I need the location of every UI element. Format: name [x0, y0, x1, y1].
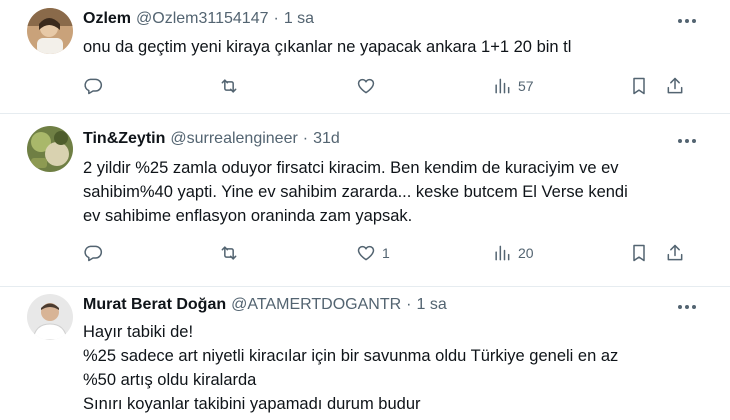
tweet-murat-berat-dogan[interactable]: Murat Berat Doğan @ATAMERTDOGANTR · 1 sa… [0, 287, 730, 420]
action-bar: 1 20 [80, 239, 700, 267]
retweet-button[interactable] [219, 239, 245, 267]
tweet-text-line: Sınırı koyanlar takibini yapamadı durum … [83, 395, 421, 413]
like-count: 1 [382, 245, 390, 261]
action-bar: 57 [80, 72, 700, 100]
share-button[interactable] [665, 72, 685, 100]
tweet-text-line: %25 sadece art niyetli kiracılar için bi… [83, 347, 619, 365]
bookmark-icon [633, 77, 645, 95]
separator-dot: · [406, 296, 412, 313]
tweet-text-line: onu da geçtim yeni kiraya çıkanlar ne ya… [83, 38, 572, 56]
tweet-text-line: Hayır tabiki de! [83, 323, 194, 341]
views-button[interactable]: 57 [492, 72, 534, 100]
more-dots-icon[interactable] [676, 296, 698, 318]
reply-button[interactable] [83, 239, 109, 267]
tweet-time[interactable]: 1 sa [284, 10, 314, 28]
bookmark-button[interactable] [629, 72, 649, 100]
author-handle[interactable]: @Ozlem31154147 [136, 10, 268, 28]
like-button[interactable] [356, 72, 382, 100]
tweet-time[interactable]: 31d [313, 130, 340, 148]
retweet-button[interactable] [219, 72, 245, 100]
tweet-text: onu da geçtim yeni kiraya çıkanlar ne ya… [83, 35, 703, 59]
views-chart-icon [495, 245, 510, 261]
tweet-text-line: sahibim%40 yapti. Yine ev sahibim zarard… [83, 183, 628, 201]
separator-dot: · [302, 130, 309, 147]
tweet-text-line: %50 artış oldu kiralarda [83, 371, 257, 389]
share-icon [667, 244, 683, 261]
tweet-text: 2 yildir %25 zamla oduyor firsatci kirac… [83, 156, 703, 228]
reply-icon [84, 245, 103, 262]
avatar[interactable] [27, 8, 73, 54]
share-button[interactable] [665, 239, 685, 267]
views-chart-icon [495, 78, 510, 94]
tweet-text: Hayır tabiki de! %25 sadece art niyetli … [83, 320, 703, 416]
author-name[interactable]: Murat Berat Doğan [83, 296, 226, 314]
bookmark-button[interactable] [629, 239, 649, 267]
retweet-icon [221, 246, 237, 260]
bookmark-icon [633, 244, 645, 262]
reply-button[interactable] [83, 72, 109, 100]
tweet-tinzeytin[interactable]: Tin&Zeytin @surrealengineer · 31d 2 yild… [0, 114, 730, 286]
view-count: 20 [518, 245, 534, 261]
author-handle[interactable]: @ATAMERTDOGANTR [231, 296, 401, 314]
view-count: 57 [518, 78, 534, 94]
separator-dot: · [273, 10, 279, 27]
author-name[interactable]: Tin&Zeytin [83, 130, 165, 148]
tweet-time[interactable]: 1 sa [416, 296, 446, 314]
reply-icon [84, 78, 103, 95]
views-button[interactable]: 20 [492, 239, 534, 267]
avatar[interactable] [27, 294, 73, 340]
tweet-text-line: ev sahibime enflasyon oraninda zam yapsa… [83, 207, 413, 225]
heart-icon [357, 78, 375, 94]
more-dots-icon[interactable] [676, 10, 698, 32]
share-icon [667, 77, 683, 94]
retweet-icon [221, 79, 237, 93]
avatar[interactable] [27, 126, 73, 172]
tweet-ozlem[interactable]: Ozlem @Ozlem31154147 · 1 sa onu da geçti… [0, 0, 730, 113]
author-handle[interactable]: @surrealengineer [170, 130, 297, 148]
author-name[interactable]: Ozlem [83, 10, 131, 28]
tweet-text-line: 2 yildir %25 zamla oduyor firsatci kirac… [83, 159, 619, 177]
like-button[interactable]: 1 [356, 239, 390, 267]
more-dots-icon[interactable] [676, 130, 698, 152]
heart-icon [357, 245, 375, 261]
